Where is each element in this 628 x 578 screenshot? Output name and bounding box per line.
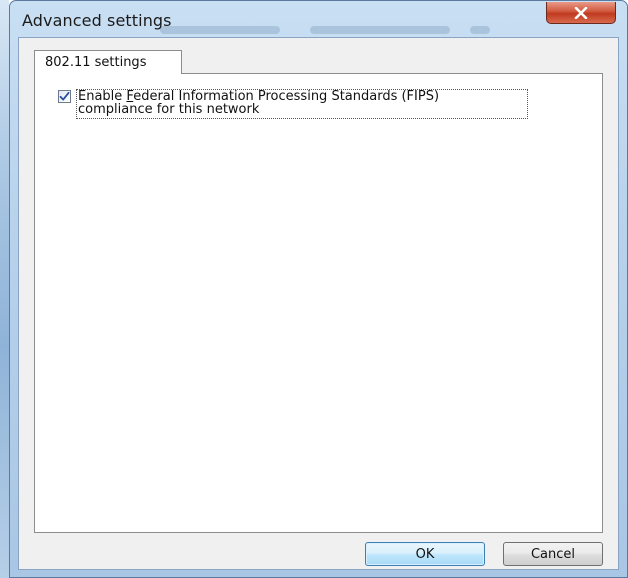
tab-802-11-settings[interactable]: 802.11 settings <box>34 50 182 74</box>
title-bar-reflection <box>470 26 490 34</box>
background-window-edge <box>0 0 9 578</box>
dialog-title: Advanced settings <box>22 11 172 30</box>
title-bar-reflection <box>310 26 450 34</box>
advanced-settings-dialog: Advanced settings 802.11 settings Enable… <box>9 0 628 578</box>
title-bar[interactable]: Advanced settings <box>10 1 627 37</box>
tab-label: 802.11 settings <box>45 55 147 70</box>
dialog-body: 802.11 settings Enable Federal Informati… <box>18 37 619 570</box>
tab-panel: Enable Federal Information Processing St… <box>34 73 603 533</box>
checkmark-icon <box>59 91 70 102</box>
cancel-button[interactable]: Cancel <box>503 542 603 566</box>
fips-option[interactable]: Enable Federal Information Processing St… <box>58 89 528 119</box>
title-bar-reflection <box>160 26 280 34</box>
close-icon <box>574 6 588 19</box>
fips-label-line-2: compliance for this network <box>78 102 260 117</box>
close-button[interactable] <box>546 2 616 24</box>
fips-checkbox[interactable] <box>58 90 71 103</box>
fips-checkbox-label[interactable]: Enable Federal Information Processing St… <box>76 89 528 119</box>
ok-button[interactable]: OK <box>365 542 485 566</box>
